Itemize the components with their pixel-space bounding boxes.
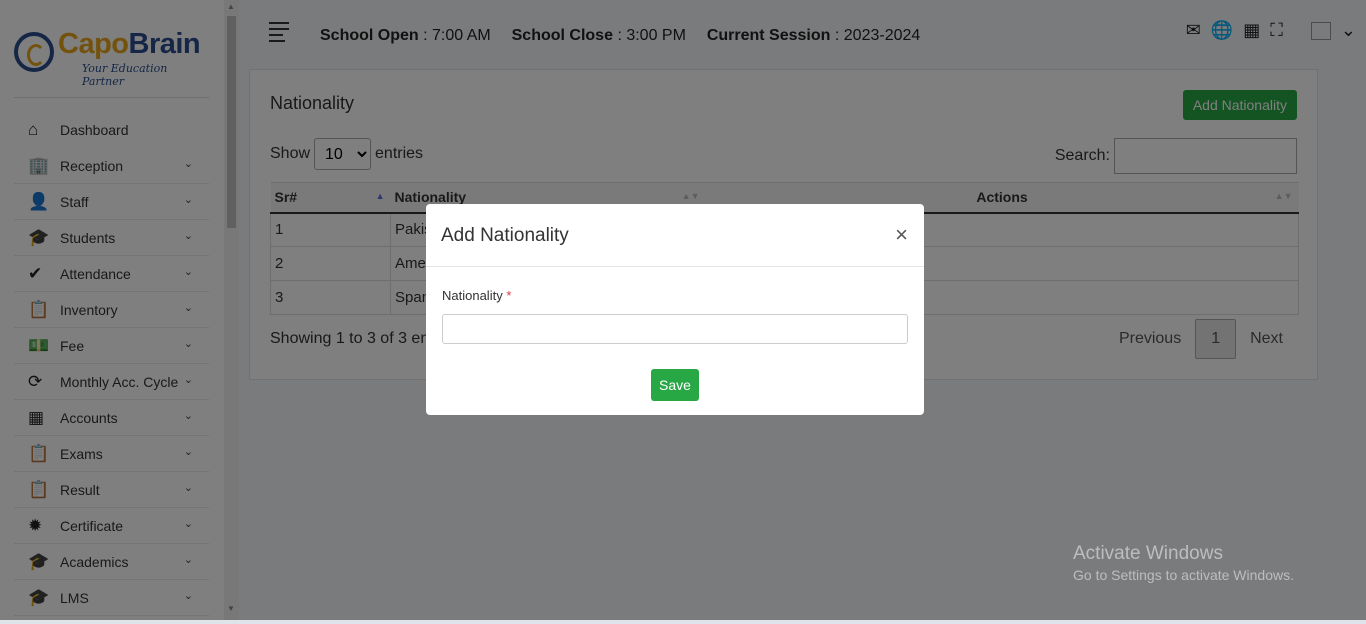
windows-activation-title: Activate Windows <box>1073 543 1223 564</box>
bottom-bar <box>0 620 1366 624</box>
save-button[interactable]: Save <box>651 369 699 401</box>
modal-title: Add Nationality <box>441 225 569 246</box>
windows-activation-text: Go to Settings to activate Windows. <box>1073 567 1294 583</box>
nationality-field-label: Nationality * <box>442 288 512 303</box>
close-icon[interactable]: × <box>895 222 908 248</box>
add-nationality-modal: Add Nationality × Nationality * Save <box>426 204 924 415</box>
modal-header: Add Nationality × <box>426 204 924 267</box>
required-mark: * <box>506 288 512 303</box>
nationality-input[interactable] <box>442 314 908 344</box>
